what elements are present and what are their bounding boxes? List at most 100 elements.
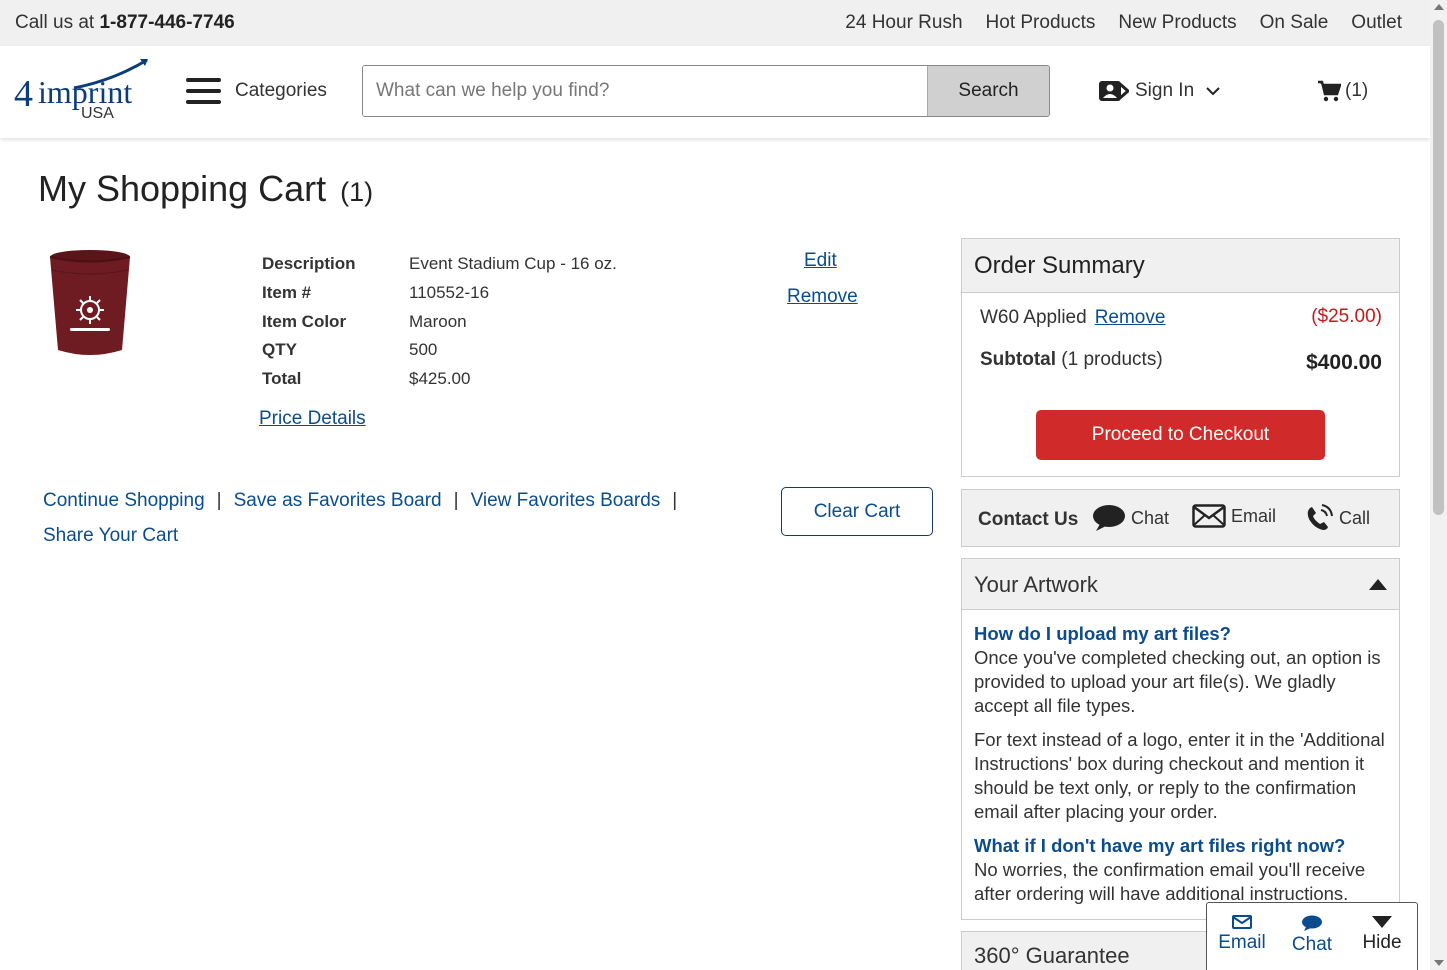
subtotal-row: Subtotal (1 products) xyxy=(980,349,1163,371)
detail-label: Total xyxy=(262,369,302,389)
logo[interactable]: 4 imprint USA xyxy=(14,58,154,124)
subtotal-value: $400.00 xyxy=(1306,351,1382,374)
contact-us-panel: Contact Us Chat Email Call xyxy=(961,489,1400,547)
page-title-count: (1) xyxy=(340,177,374,207)
call-label: Call xyxy=(1339,507,1371,528)
detail-row-qty: QTY 500 xyxy=(262,336,617,365)
contact-call-button[interactable]: Call xyxy=(1304,504,1370,532)
clear-cart-button[interactable]: Clear Cart xyxy=(781,487,933,536)
continue-shopping-link[interactable]: Continue Shopping xyxy=(43,490,205,511)
chat-label: Chat xyxy=(1131,507,1170,528)
subtotal-products: (1 products) xyxy=(1061,349,1163,370)
categories-label: Categories xyxy=(235,80,327,101)
detail-value: $425.00 xyxy=(409,369,471,389)
nav-new-products[interactable]: New Products xyxy=(1118,12,1236,34)
separator: | xyxy=(216,490,222,511)
call-us: Call us at 1-877-446-7746 xyxy=(15,12,235,34)
artwork-answer: No worries, the confirmation email you'l… xyxy=(974,859,1366,904)
detail-row-item-color: Item Color Maroon xyxy=(262,307,617,336)
view-favorites-boards-link[interactable]: View Favorites Boards xyxy=(471,490,661,511)
hamburger-icon xyxy=(186,78,221,104)
page-title-text: My Shopping Cart xyxy=(38,168,327,209)
detail-value: Event Stadium Cup - 16 oz. xyxy=(409,254,617,274)
discount-value: ($25.00) xyxy=(1311,306,1382,327)
scroll-up-icon[interactable] xyxy=(1434,4,1444,10)
widget-hide-label: Hide xyxy=(1362,932,1402,953)
detail-row-item-number: Item # 110552-16 xyxy=(262,279,617,308)
contact-us-title: Contact Us xyxy=(978,509,1079,530)
remove-item-link[interactable]: Remove xyxy=(787,286,858,308)
email-label: Email xyxy=(1231,505,1277,526)
guarantee-title: 360° Guarantee xyxy=(974,943,1130,968)
nav-hot-products[interactable]: Hot Products xyxy=(986,12,1096,34)
widget-hide-button[interactable]: Hide xyxy=(1347,903,1417,970)
nav-outlet[interactable]: Outlet xyxy=(1351,12,1402,34)
widget-chat-button[interactable]: Chat xyxy=(1277,903,1347,970)
phone-number[interactable]: 1-877-446-7746 xyxy=(99,12,234,33)
collapse-triangle-icon[interactable] xyxy=(1369,579,1387,590)
nav-on-sale[interactable]: On Sale xyxy=(1260,12,1329,34)
share-cart-link[interactable]: Share Your Cart xyxy=(43,525,178,546)
page-title: My Shopping Cart (1) xyxy=(38,168,373,210)
your-artwork-header[interactable]: Your Artwork xyxy=(962,559,1399,610)
sign-in-menu[interactable]: Sign In xyxy=(1098,78,1220,104)
discount-label: W60 Applied xyxy=(980,307,1087,328)
user-card-icon xyxy=(1099,81,1129,101)
proceed-to-checkout-button[interactable]: Proceed to Checkout xyxy=(1036,410,1325,460)
detail-row-total: Total $425.00 xyxy=(262,365,617,394)
chat-bubble-icon xyxy=(1302,915,1322,931)
price-details-link[interactable]: Price Details xyxy=(259,408,366,430)
detail-value: 500 xyxy=(409,340,438,360)
detail-row-description: Description Event Stadium Cup - 16 oz. xyxy=(262,250,617,279)
artwork-answer: Once you've completed checking out, an o… xyxy=(974,647,1381,716)
artwork-question: How do I upload my art files? xyxy=(974,623,1231,644)
order-summary-title: Order Summary xyxy=(962,239,1399,293)
categories-menu[interactable]: Categories xyxy=(186,78,327,104)
page-scrollbar[interactable] xyxy=(1430,0,1447,970)
caret-down-icon xyxy=(1372,916,1392,928)
edit-item-link[interactable]: Edit xyxy=(804,250,837,272)
top-bar: Call us at 1-877-446-7746 24 Hour Rush H… xyxy=(0,0,1430,46)
your-artwork-body: How do I upload my art files? Once you'v… xyxy=(962,610,1399,906)
site-header: 4 imprint USA Categories Search Sign In … xyxy=(0,46,1430,138)
detail-label: Description xyxy=(262,254,356,274)
detail-label: QTY xyxy=(262,340,297,360)
logo-country: USA xyxy=(81,105,114,122)
search-button[interactable]: Search xyxy=(927,66,1049,116)
artwork-question: What if I don't have my art files right … xyxy=(974,835,1346,856)
phone-icon xyxy=(1307,504,1333,530)
scroll-down-icon[interactable] xyxy=(1434,960,1444,966)
artwork-answer: For text instead of a logo, enter it in … xyxy=(974,729,1385,822)
chat-bubble-icon xyxy=(1093,505,1125,531)
contact-chat-button[interactable]: Chat xyxy=(1092,504,1169,532)
contact-email-button[interactable]: Email xyxy=(1192,504,1276,528)
detail-value: 110552-16 xyxy=(409,283,490,303)
discount-row: W60 Applied Remove xyxy=(980,307,1165,329)
cart-actions: Continue Shopping | Save as Favorites Boar… xyxy=(43,483,723,553)
search-bar: Search xyxy=(362,65,1050,117)
subtotal-label: Subtotal xyxy=(980,349,1056,370)
sign-in-label: Sign In xyxy=(1135,80,1195,101)
nav-24-hour-rush[interactable]: 24 Hour Rush xyxy=(845,12,962,34)
call-prefix: Call us at xyxy=(15,12,95,33)
widget-email-label: Email xyxy=(1218,932,1266,953)
separator: | xyxy=(453,490,459,511)
scrollbar-thumb[interactable] xyxy=(1433,20,1444,515)
save-favorites-board-link[interactable]: Save as Favorites Board xyxy=(234,490,442,511)
detail-value: Maroon xyxy=(409,311,467,331)
cart-link[interactable]: (1) xyxy=(1317,80,1368,102)
logo-number: 4 xyxy=(14,73,33,115)
separator: | xyxy=(672,490,678,511)
help-widget: Email Chat Hide xyxy=(1206,902,1418,970)
remove-discount-link[interactable]: Remove xyxy=(1095,307,1166,328)
email-icon xyxy=(1192,504,1226,528)
order-summary: Order Summary W60 Applied Remove ($25.00)… xyxy=(961,238,1400,477)
widget-chat-label: Chat xyxy=(1291,934,1333,955)
chevron-down-icon xyxy=(1206,87,1220,96)
detail-label: Item # xyxy=(262,283,312,303)
widget-email-button[interactable]: Email xyxy=(1207,903,1277,970)
top-nav: 24 Hour Rush Hot Products New Products O… xyxy=(845,12,1402,34)
item-details: Description Event Stadium Cup - 16 oz. I… xyxy=(262,250,617,393)
search-input[interactable] xyxy=(363,66,927,116)
cup-icon[interactable] xyxy=(46,248,134,360)
